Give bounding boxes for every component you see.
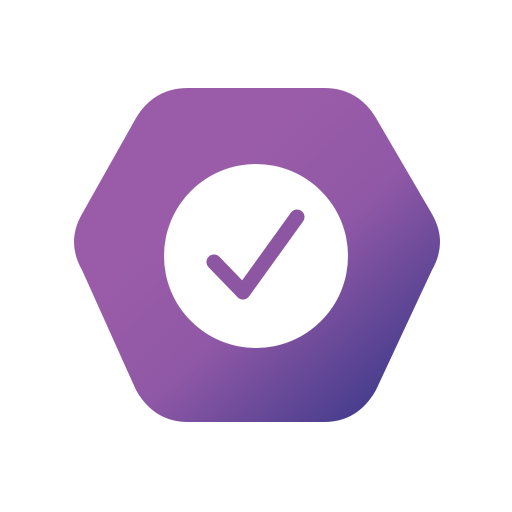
app-icon-canvas [0,0,512,512]
check-circle [164,164,348,348]
check-badge-icon [74,88,440,422]
